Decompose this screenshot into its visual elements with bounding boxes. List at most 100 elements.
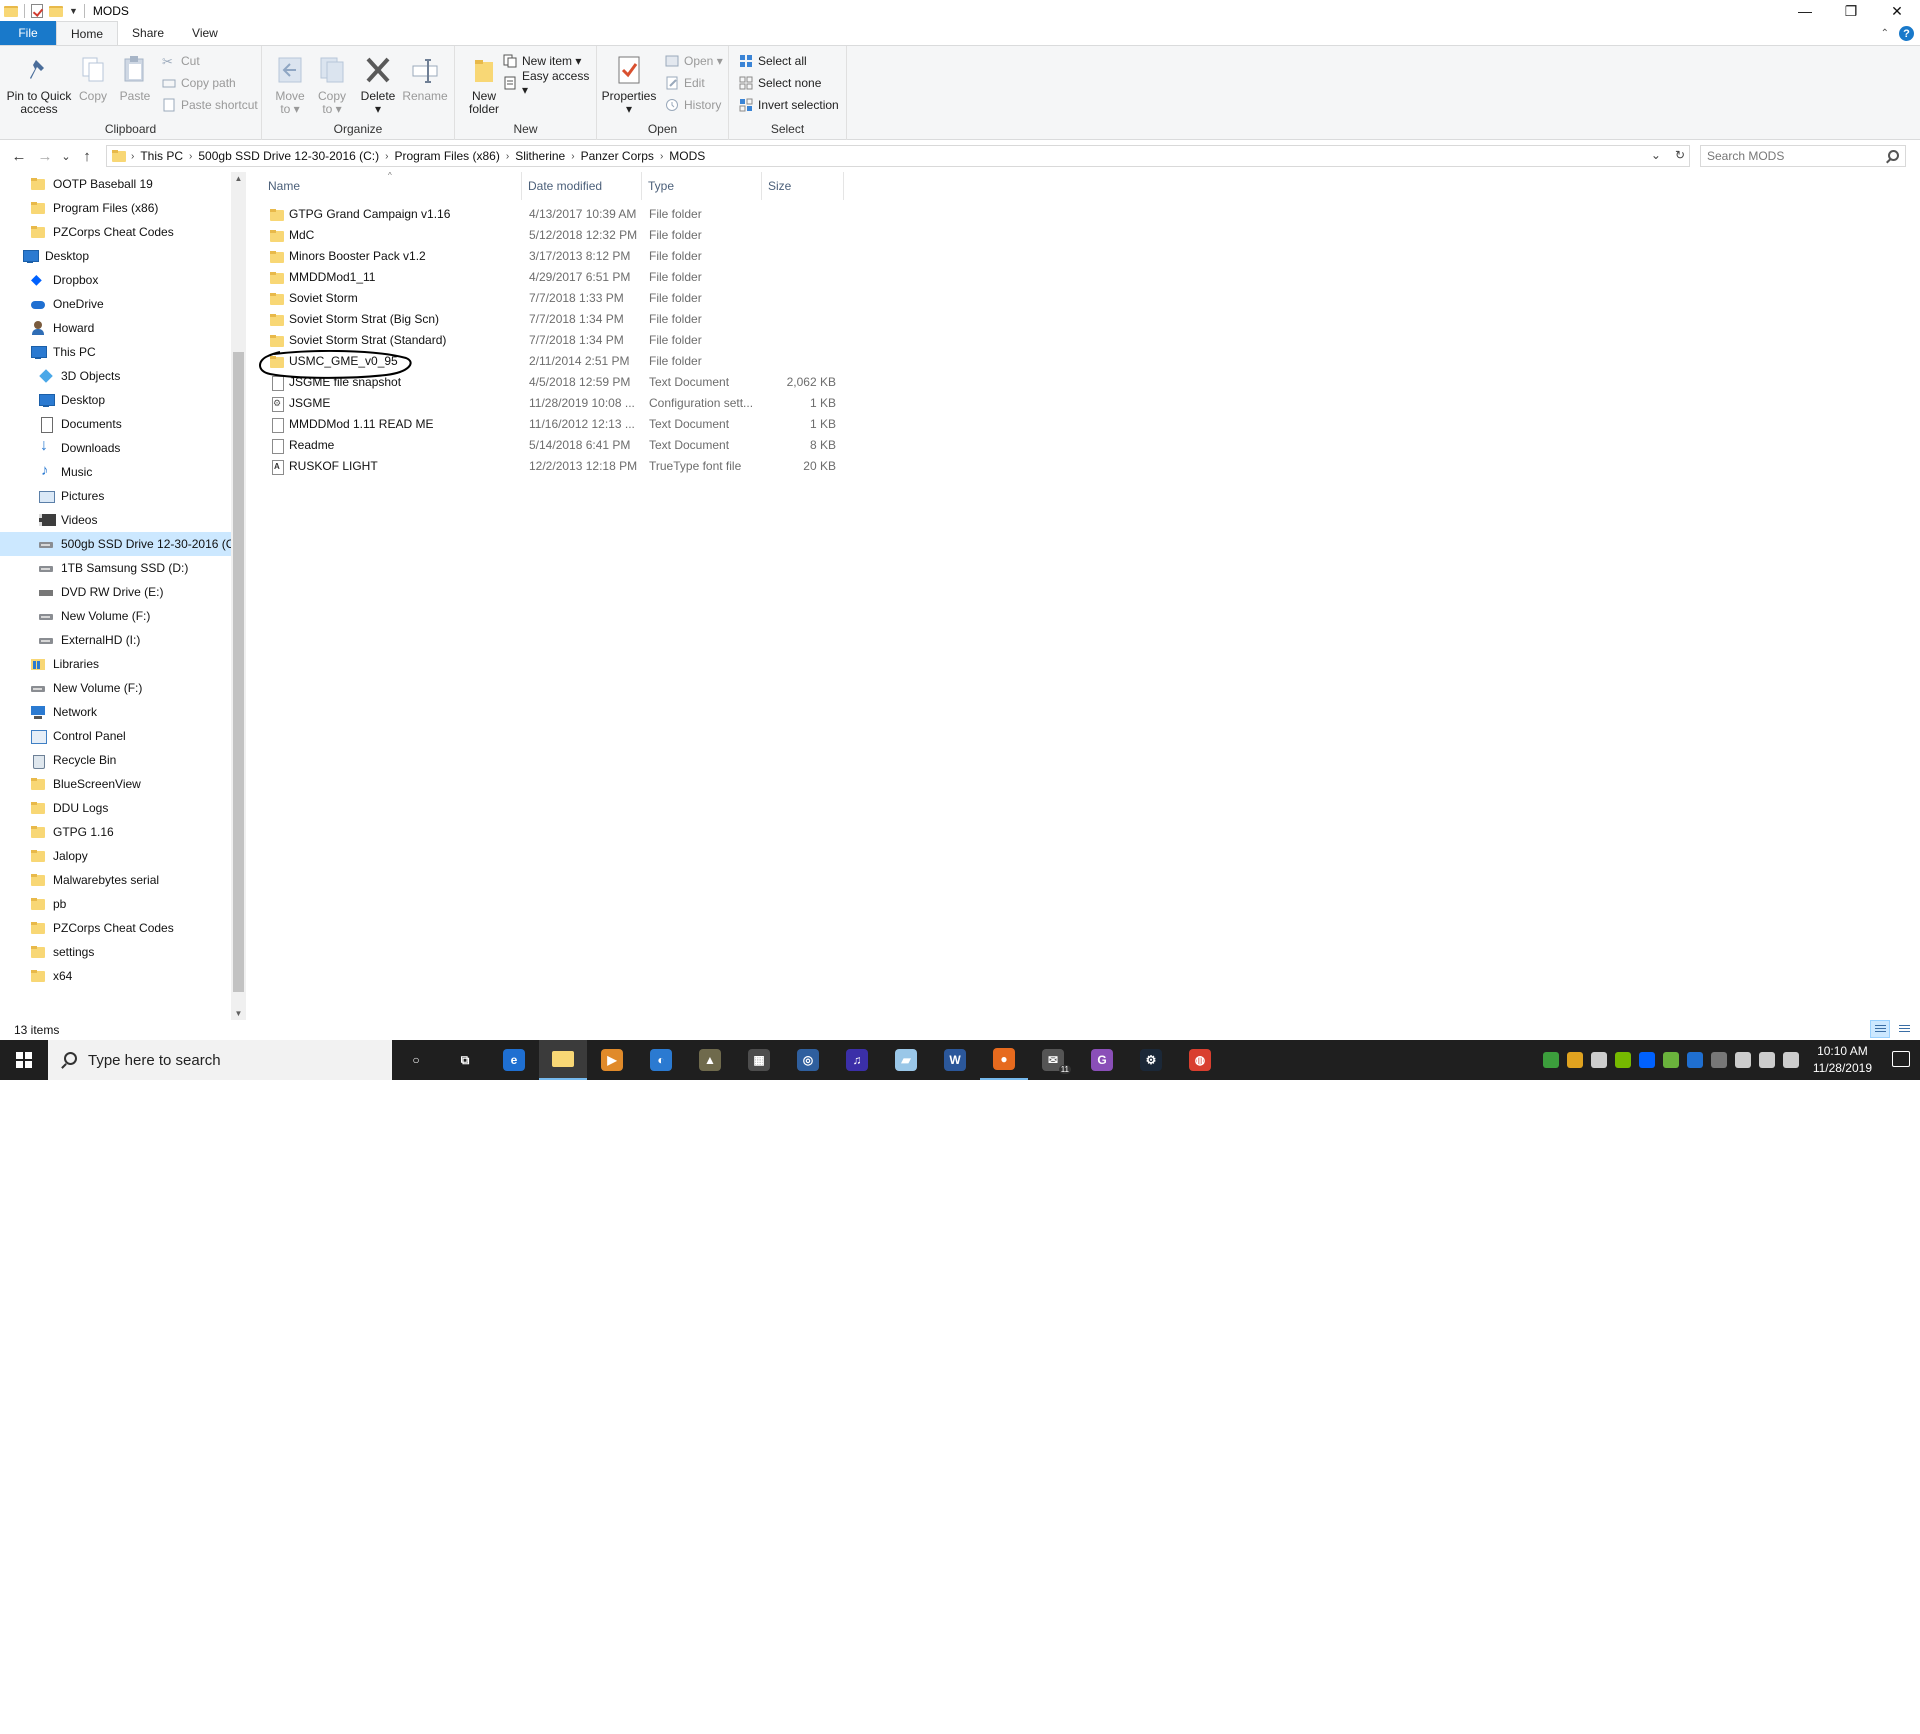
start-button[interactable] — [0, 1040, 48, 1080]
tray-icon[interactable] — [1758, 1052, 1775, 1068]
pin-to-quick-access-button[interactable]: Pin to Quick access — [6, 54, 72, 116]
taskbar-app[interactable]: ▲ — [686, 1040, 734, 1080]
taskbar-app[interactable]: G — [1078, 1040, 1126, 1080]
tray-icon[interactable] — [1638, 1052, 1655, 1068]
navigation-pane[interactable]: OOTP Baseball 19 Program Files (x86) PZCor… — [0, 172, 246, 1020]
large-icons-view-icon[interactable] — [1894, 1020, 1914, 1038]
sidebar-item[interactable]: Documents — [0, 412, 231, 436]
up-button[interactable]: ↑ — [74, 148, 100, 165]
sidebar-item[interactable]: GTPG 1.16 — [0, 820, 231, 844]
new-folder-icon[interactable] — [49, 5, 63, 17]
restore-button[interactable]: ❐ — [1828, 0, 1874, 22]
taskbar-app[interactable]: ◍ — [1176, 1040, 1224, 1080]
copy-button[interactable]: Copy — [76, 54, 110, 103]
tray-icon[interactable] — [1662, 1052, 1679, 1068]
taskbar-search-input[interactable]: Type here to search — [48, 1040, 392, 1080]
file-row[interactable]: Soviet Storm 7/7/2018 1:33 PM File folder — [262, 288, 852, 309]
file-row[interactable]: GTPG Grand Campaign v1.16 4/13/2017 10:39… — [262, 204, 852, 225]
sidebar-item[interactable]: Music — [0, 460, 231, 484]
tray-icon[interactable] — [1542, 1052, 1559, 1068]
sidebar-item[interactable]: OneDrive — [0, 292, 231, 316]
minimize-button[interactable]: — — [1782, 0, 1828, 22]
sidebar-item[interactable]: Control Panel — [0, 724, 231, 748]
scrollbar-thumb[interactable] — [233, 352, 244, 992]
sidebar-item[interactable]: DVD RW Drive (E:) — [0, 580, 231, 604]
file-row[interactable]: Readme 5/14/2018 6:41 PM Text Document 8 KB — [262, 435, 852, 456]
copy-path-button[interactable]: Copy path — [162, 74, 236, 92]
tab-view[interactable]: View — [178, 21, 232, 45]
taskbar-app[interactable]: ▰ — [882, 1040, 930, 1080]
recent-locations-button[interactable]: ⌄ — [58, 150, 74, 163]
breadcrumb-this-pc[interactable]: This PC — [134, 149, 189, 163]
file-row[interactable]: JSGME file snapshot 4/5/2018 12:59 PM Text… — [262, 372, 852, 393]
taskbar-app[interactable]: ⧉ — [441, 1040, 489, 1080]
sidebar-item[interactable]: Program Files (x86) — [0, 196, 231, 220]
tab-share[interactable]: Share — [118, 21, 178, 45]
delete-button[interactable]: Delete ▾ — [358, 54, 398, 116]
history-button[interactable]: History — [665, 96, 721, 114]
sidebar-item[interactable]: pb — [0, 892, 231, 916]
sidebar-item[interactable]: x64 — [0, 964, 231, 988]
paste-shortcut-button[interactable]: Paste shortcut — [162, 96, 258, 114]
sidebar-item[interactable]: Videos — [0, 508, 231, 532]
forward-button[interactable]: → — [32, 148, 58, 165]
taskbar-app[interactable]: ♫ — [833, 1040, 881, 1080]
sidebar-item[interactable]: New Volume (F:) — [0, 676, 231, 700]
file-row[interactable]: USMC_GME_v0_95 2/11/2014 2:51 PM File fold… — [262, 351, 852, 372]
sidebar-item[interactable]: Pictures — [0, 484, 231, 508]
sidebar-item[interactable]: 500gb SSD Drive 12-30-2016 (C:) — [0, 532, 242, 556]
sidebar-item[interactable]: Downloads — [0, 436, 231, 460]
move-to-button[interactable]: Move to ▾ — [270, 54, 310, 116]
open-button[interactable]: Open ▾ — [665, 52, 723, 70]
back-button[interactable]: ← — [6, 148, 32, 165]
sidebar-item[interactable]: BlueScreenView — [0, 772, 231, 796]
breadcrumb-program-files[interactable]: Program Files (x86) — [388, 149, 505, 163]
copy-to-button[interactable]: Copy to ▾ — [312, 54, 352, 116]
help-icon[interactable]: ? — [1899, 26, 1914, 41]
breadcrumb-mods[interactable]: MODS — [663, 149, 711, 163]
tray-icon[interactable] — [1686, 1052, 1703, 1068]
tray-icon[interactable] — [1590, 1052, 1607, 1068]
properties-icon[interactable] — [31, 4, 43, 18]
taskbar-app[interactable]: e — [490, 1040, 538, 1080]
sidebar-item[interactable]: PZCorps Cheat Codes — [0, 916, 231, 940]
breadcrumb-slitherine[interactable]: Slitherine — [509, 149, 571, 163]
taskbar-app[interactable]: ⚙ — [1127, 1040, 1175, 1080]
file-row[interactable]: MdC 5/12/2018 12:32 PM File folder — [262, 225, 852, 246]
sidebar-item[interactable]: Howard — [0, 316, 231, 340]
sidebar-item[interactable]: 3D Objects — [0, 364, 231, 388]
navigation-scrollbar[interactable]: ▲ ▼ — [231, 172, 246, 1020]
select-none-button[interactable]: Select none — [739, 74, 821, 92]
customize-quick-access-icon[interactable]: ▼ — [69, 6, 78, 16]
file-row[interactable]: Minors Booster Pack v1.2 3/17/2013 8:12 P… — [262, 246, 852, 267]
sidebar-item[interactable]: 1TB Samsung SSD (D:) — [0, 556, 231, 580]
file-row[interactable]: MMDDMod1_11 4/29/2017 6:51 PM File folder — [262, 267, 852, 288]
edit-button[interactable]: Edit — [665, 74, 705, 92]
sidebar-item[interactable]: This PC — [0, 340, 231, 364]
sidebar-item[interactable]: Desktop — [0, 244, 231, 268]
search-input[interactable]: Search MODS — [1700, 145, 1906, 167]
tray-icon[interactable] — [1734, 1052, 1751, 1068]
properties-button[interactable]: Properties ▾ — [602, 54, 656, 116]
taskbar-app[interactable]: ✉ 11 — [1029, 1040, 1077, 1080]
taskbar-app[interactable]: ▦ — [735, 1040, 783, 1080]
easy-access-button[interactable]: Easy access ▾ — [503, 69, 596, 97]
scroll-down-icon[interactable]: ▼ — [231, 1009, 246, 1018]
sidebar-item[interactable]: Libraries — [0, 652, 231, 676]
new-folder-button[interactable]: New folder — [461, 54, 507, 116]
sidebar-item[interactable]: PZCorps Cheat Codes — [0, 220, 231, 244]
file-row[interactable]: Soviet Storm Strat (Big Scn) 7/7/2018 1:3… — [262, 309, 852, 330]
sidebar-item[interactable]: New Volume (F:) — [0, 604, 231, 628]
file-row[interactable]: Soviet Storm Strat (Standard) 7/7/2018 1:… — [262, 330, 852, 351]
scroll-up-icon[interactable]: ▲ — [231, 174, 246, 183]
refresh-icon[interactable]: ↻ — [1675, 148, 1685, 162]
file-row[interactable]: MMDDMod 1.11 READ ME 11/16/2012 12:13 ...… — [262, 414, 852, 435]
details-view-icon[interactable] — [1870, 1020, 1890, 1038]
taskbar-app[interactable]: ◐ — [637, 1040, 685, 1080]
sidebar-item[interactable]: Recycle Bin — [0, 748, 231, 772]
sidebar-item[interactable]: Malwarebytes serial — [0, 868, 231, 892]
breadcrumb-c-drive[interactable]: 500gb SSD Drive 12-30-2016 (C:) — [192, 149, 385, 163]
new-item-button[interactable]: New item ▾ — [503, 52, 581, 70]
file-row[interactable]: RUSKOF LIGHT 12/2/2013 12:18 PM TrueType f… — [262, 456, 852, 477]
cut-button[interactable]: ✂ Cut — [162, 52, 200, 70]
